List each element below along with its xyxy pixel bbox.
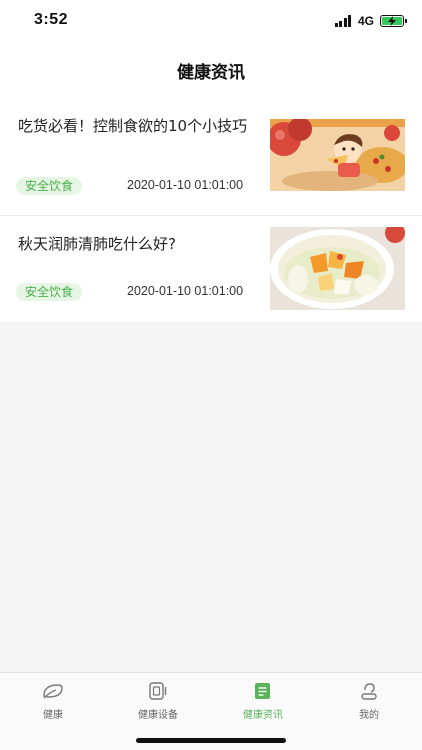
article-list: 吃货必看！控制食欲的10个小技巧 安全饮食 2020-01-10 01:01:0… (0, 98, 422, 322)
profile-icon (358, 681, 380, 701)
battery-icon (380, 15, 407, 27)
tab-profile[interactable]: 我的 (329, 681, 409, 725)
nav-header: 健康资讯 (0, 42, 422, 98)
article-item[interactable]: 吃货必看！控制食欲的10个小技巧 安全饮食 2020-01-10 01:01:0… (0, 98, 422, 216)
article-title: 秋天润肺清肺吃什么好? (18, 235, 176, 253)
network-type: 4G (357, 14, 374, 28)
article-date: 2020-01-10 01:01:00 (127, 178, 244, 192)
article-tag: 安全饮食 (16, 177, 83, 195)
tab-devices[interactable]: 健康设备 (118, 681, 198, 725)
article-thumbnail (270, 119, 405, 191)
home-indicator[interactable] (136, 738, 286, 743)
article-tag: 安全饮食 (16, 283, 83, 301)
status-time: 3:52 (34, 11, 69, 28)
status-indicators: 4G (334, 13, 407, 29)
status-bar: 3:52 4G (0, 0, 422, 42)
tab-health[interactable]: 健康 (13, 681, 93, 725)
article-date: 2020-01-10 01:01:00 (127, 284, 244, 298)
article-item[interactable]: 秋天润肺清肺吃什么好? 安全饮食 2020-01-10 01:01:00 (0, 216, 422, 322)
tab-health-news[interactable]: 健康资讯 (223, 681, 303, 725)
leaf-icon (42, 681, 64, 701)
charging-bolt-icon (388, 16, 396, 26)
article-thumbnail (270, 227, 405, 310)
cellular-signal-icon (334, 15, 353, 27)
page-title: 健康资讯 (177, 62, 245, 83)
device-icon (147, 681, 169, 701)
article-title: 吃货必看！控制食欲的10个小技巧 (18, 117, 248, 135)
app-screen: 3:52 4G 健康资讯 吃货必看！控制食欲的10个小技巧 安全饮食 2020-… (0, 0, 422, 750)
news-icon (252, 681, 274, 701)
battery-level (382, 16, 402, 26)
tab-label: 健康设备 (138, 710, 178, 721)
cartoon-eating-pizza-image (270, 119, 405, 191)
tab-label: 健康资讯 (243, 710, 283, 721)
tab-label: 我的 (359, 710, 379, 721)
tab-label: 健康 (43, 710, 63, 721)
fruit-soup-bowl-image (270, 227, 405, 310)
